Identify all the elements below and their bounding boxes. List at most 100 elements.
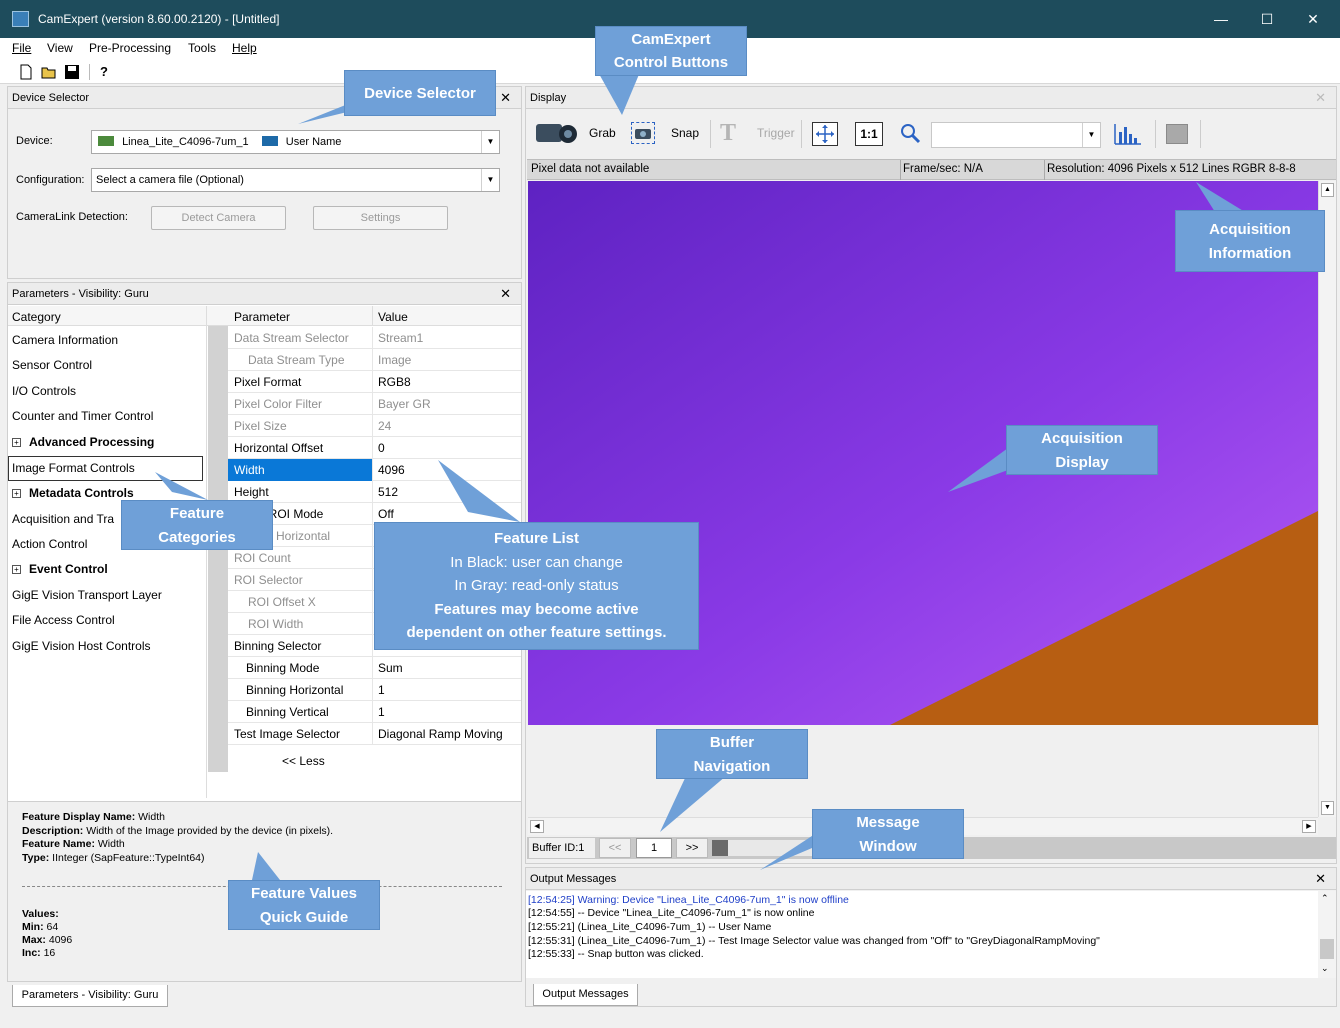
device-label: Device: bbox=[16, 135, 53, 147]
trigger-icon[interactable]: T bbox=[720, 120, 750, 148]
chevron-down-icon[interactable]: ▼ bbox=[481, 169, 499, 191]
param-row[interactable]: Horizontal Offset 0 bbox=[228, 437, 521, 459]
menu-help[interactable]: Help bbox=[232, 41, 257, 55]
param-row[interactable]: Binning Horizontal 1 bbox=[228, 679, 521, 701]
output-scrollbar[interactable]: ⌃ ⌄ bbox=[1318, 891, 1336, 978]
category-gige-transport-layer[interactable]: GigE Vision Transport Layer bbox=[12, 588, 162, 602]
param-row-selected[interactable]: Width 4096 bbox=[228, 459, 521, 481]
histogram-icon[interactable] bbox=[1112, 120, 1144, 148]
category-metadata-controls[interactable]: + Metadata Controls bbox=[12, 486, 134, 500]
param-row[interactable]: Binning Mode Sum bbox=[228, 657, 521, 679]
buffer-slider-thumb[interactable] bbox=[712, 840, 728, 856]
buffer-prev-button[interactable]: << bbox=[599, 838, 631, 858]
category-action-control[interactable]: Action Control bbox=[12, 537, 87, 551]
category-io-controls[interactable]: I/O Controls bbox=[12, 384, 76, 398]
zoom-icon[interactable] bbox=[899, 122, 923, 146]
log-line: [12:54:55] -- Device "Linea_Lite_C4096-7… bbox=[528, 907, 815, 919]
scroll-up-icon[interactable]: ⌃ bbox=[1321, 893, 1329, 904]
close-icon[interactable]: ✕ bbox=[500, 87, 511, 109]
open-folder-icon[interactable] bbox=[41, 64, 57, 80]
zoom-combo[interactable]: ▼ bbox=[931, 122, 1101, 148]
configuration-label: Configuration: bbox=[16, 174, 85, 186]
display-header: Display bbox=[526, 87, 1336, 109]
snap-camera-icon[interactable] bbox=[631, 122, 655, 144]
menu-tools[interactable]: Tools bbox=[188, 41, 216, 55]
settings-button[interactable]: Settings bbox=[313, 206, 448, 230]
new-file-icon[interactable] bbox=[18, 64, 34, 80]
param-row[interactable]: Pixel Color Filter Bayer GR bbox=[228, 393, 521, 415]
trigger-button[interactable]: Trigger bbox=[757, 126, 795, 140]
cameralink-label: CameraLink Detection: bbox=[16, 211, 128, 223]
scroll-down-icon[interactable]: ⌄ bbox=[1321, 963, 1329, 974]
callout-device-selector: Device Selector bbox=[344, 70, 496, 116]
less-link[interactable]: << Less bbox=[282, 754, 325, 768]
param-row[interactable]: Pixel Size 24 bbox=[228, 415, 521, 437]
scroll-right-icon[interactable]: ▶ bbox=[1302, 820, 1316, 833]
log-line: [12:55:33] -- Snap button was clicked. bbox=[528, 948, 704, 960]
scroll-thumb[interactable] bbox=[1320, 939, 1334, 959]
buffer-slider-track[interactable] bbox=[728, 840, 818, 856]
menu-view[interactable]: View bbox=[47, 41, 73, 55]
category-image-format-controls[interactable]: Image Format Controls bbox=[12, 461, 135, 475]
callout-control-buttons: CamExpert Control Buttons bbox=[595, 26, 747, 76]
tab-output-messages[interactable]: Output Messages bbox=[533, 984, 638, 1006]
menu-pre-processing[interactable]: Pre-Processing bbox=[89, 41, 171, 55]
vertical-scrollbar[interactable]: ▲ ▼ bbox=[1318, 181, 1336, 817]
expand-icon[interactable]: + bbox=[12, 565, 21, 574]
configuration-value: Select a camera file (Optional) bbox=[96, 174, 244, 186]
category-gige-host-controls[interactable]: GigE Vision Host Controls bbox=[12, 639, 151, 653]
expand-icon[interactable]: + bbox=[12, 438, 21, 447]
param-row[interactable]: Data Stream Type Image bbox=[228, 349, 521, 371]
grab-camera-icon[interactable] bbox=[532, 118, 582, 148]
callout-acquisition-information: Acquisition Information bbox=[1175, 210, 1325, 272]
scroll-down-icon[interactable]: ▼ bbox=[1321, 801, 1334, 815]
feature-info-text: Feature Display Name: Width Description:… bbox=[22, 811, 334, 864]
scroll-left-icon[interactable]: ◀ bbox=[530, 820, 544, 833]
snap-button[interactable]: Snap bbox=[671, 126, 699, 140]
param-row[interactable]: Binning Vertical 1 bbox=[228, 701, 521, 723]
user-icon bbox=[261, 136, 278, 146]
close-icon[interactable]: ✕ bbox=[1315, 868, 1326, 890]
param-row[interactable]: Test Image Selector Diagonal Ramp Moving bbox=[228, 723, 521, 745]
grab-button[interactable]: Grab bbox=[589, 126, 616, 140]
feature-values: Values: Min: 64 Max: 4096 Inc: 16 bbox=[22, 908, 73, 959]
param-row[interactable]: Pixel Format RGB8 bbox=[228, 371, 521, 393]
chevron-down-icon[interactable]: ▼ bbox=[481, 131, 499, 153]
configuration-combo[interactable]: Select a camera file (Optional) ▼ bbox=[91, 168, 500, 192]
log-line: [12:55:21] (Linea_Lite_C4096-7um_1) -- U… bbox=[528, 921, 772, 933]
expand-icon[interactable]: + bbox=[12, 489, 21, 498]
scroll-up-icon[interactable]: ▲ bbox=[1321, 183, 1334, 197]
chevron-down-icon[interactable]: ▼ bbox=[1082, 123, 1100, 147]
callout-message-window: Message Window bbox=[812, 809, 964, 859]
close-icon[interactable]: ✕ bbox=[1315, 87, 1326, 109]
category-file-access[interactable]: File Access Control bbox=[12, 613, 115, 627]
category-event-control[interactable]: + Event Control bbox=[12, 562, 108, 576]
window-title: CamExpert (version 8.60.00.2120) - [Unti… bbox=[38, 12, 280, 26]
category-label: Metadata Controls bbox=[29, 486, 134, 500]
category-acquisition-transfer[interactable]: Acquisition and Tra bbox=[12, 512, 114, 526]
category-counter-timer[interactable]: Counter and Timer Control bbox=[12, 409, 153, 423]
category-advanced-processing[interactable]: + Advanced Processing bbox=[12, 435, 154, 449]
help-icon[interactable]: ? bbox=[96, 64, 112, 80]
app-icon bbox=[12, 11, 29, 27]
param-row[interactable]: Data Stream Selector Stream1 bbox=[228, 327, 521, 349]
buffer-index-input[interactable]: 1 bbox=[636, 838, 672, 858]
detect-camera-button[interactable]: Detect Camera bbox=[151, 206, 286, 230]
user-name: User Name bbox=[285, 136, 342, 148]
minimize-button[interactable]: — bbox=[1198, 0, 1244, 38]
buffer-id: Buffer ID:1 bbox=[529, 838, 595, 858]
maximize-button[interactable]: ☐ bbox=[1244, 0, 1290, 38]
device-combo[interactable]: Linea_Lite_C4096-7um_1 User Name ▼ bbox=[91, 130, 500, 154]
buffer-next-button[interactable]: >> bbox=[676, 838, 708, 858]
category-label: Advanced Processing bbox=[29, 435, 155, 449]
tab-parameters[interactable]: Parameters - Visibility: Guru bbox=[12, 985, 168, 1007]
one-to-one-button[interactable]: 1:1 bbox=[855, 122, 883, 146]
close-window-button[interactable]: ✕ bbox=[1290, 0, 1336, 38]
close-icon[interactable]: ✕ bbox=[500, 283, 511, 305]
stop-icon[interactable] bbox=[1166, 124, 1188, 144]
category-camera-information[interactable]: Camera Information bbox=[12, 333, 118, 347]
category-sensor-control[interactable]: Sensor Control bbox=[12, 358, 92, 372]
menu-file[interactable]: File bbox=[12, 41, 31, 55]
fit-to-window-icon[interactable] bbox=[812, 122, 838, 146]
save-icon[interactable] bbox=[64, 64, 80, 80]
